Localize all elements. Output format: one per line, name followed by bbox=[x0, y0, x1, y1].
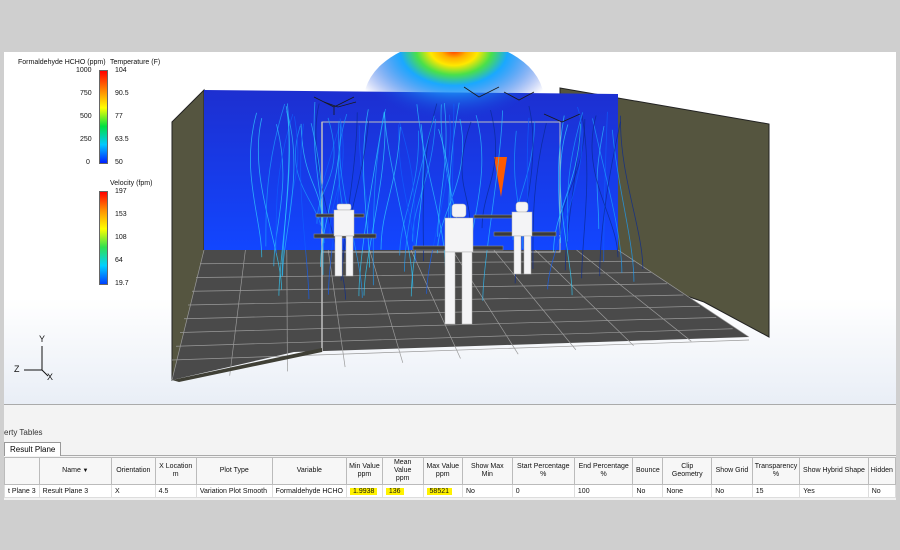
hcho-tick: 0 bbox=[86, 159, 90, 166]
temperature-tick: 50 bbox=[115, 159, 123, 166]
axis-z-label: Z bbox=[14, 364, 20, 374]
cfd-3d-viewport[interactable]: Formaldehyde HCHO (ppm) Temperature (F) … bbox=[4, 52, 896, 404]
sort-chevron-icon[interactable]: ▼ bbox=[81, 468, 89, 474]
column-header[interactable]: Bounce bbox=[632, 457, 664, 485]
column-header[interactable]: End Percentage% bbox=[573, 457, 634, 485]
table-cell[interactable]: 4.5 bbox=[154, 484, 197, 498]
table-cell[interactable]: Yes bbox=[799, 484, 869, 498]
table-cell[interactable]: None bbox=[662, 484, 713, 498]
temperature-tick: 63.5 bbox=[115, 136, 129, 143]
velocity-colorbar bbox=[99, 191, 108, 285]
table-cell[interactable]: 0 bbox=[511, 484, 575, 498]
panel-tab-row: Result Plane bbox=[4, 442, 896, 456]
temperature-tick: 77 bbox=[115, 113, 123, 120]
velocity-tick: 197 bbox=[115, 188, 127, 195]
column-header[interactable]: Start Percentage% bbox=[511, 457, 575, 485]
table-cell[interactable]: X bbox=[111, 484, 156, 498]
tab-result-plane[interactable]: Result Plane bbox=[4, 442, 62, 456]
column-header[interactable]: Transparency% bbox=[751, 457, 801, 485]
velocity-tick: 153 bbox=[115, 211, 127, 218]
column-header[interactable]: Hidden bbox=[867, 457, 897, 485]
table-row[interactable]: t Plane 3 Result Plane 3 X 4.5 Variation Plo… bbox=[4, 484, 897, 498]
column-header[interactable]: X Location m bbox=[154, 457, 197, 485]
bottom-margin bbox=[0, 500, 900, 550]
temperature-legend-title: Temperature (F) bbox=[110, 59, 161, 66]
property-tables-panel: erty Tables Result Plane Name ▼ Orientati… bbox=[4, 404, 897, 500]
column-header[interactable]: Orientation bbox=[111, 457, 156, 485]
table-cell[interactable]: No bbox=[461, 484, 513, 498]
column-header[interactable]: Plot Type bbox=[195, 457, 273, 485]
formaldehyde-temperature-colorbar bbox=[99, 70, 108, 164]
column-header[interactable]: Show Hybrid Shape bbox=[799, 457, 869, 485]
hcho-tick: 500 bbox=[80, 113, 92, 120]
column-header[interactable]: Clip Geometry bbox=[662, 457, 713, 485]
column-header[interactable]: Variable bbox=[271, 457, 347, 485]
table-cell[interactable]: 136 bbox=[381, 484, 424, 498]
property-tables-header: erty Tables bbox=[4, 428, 43, 437]
table-cell[interactable]: 100 bbox=[573, 484, 634, 498]
hcho-tick: 750 bbox=[80, 90, 92, 97]
table-cell[interactable]: No bbox=[867, 484, 897, 498]
temperature-tick: 104 bbox=[115, 67, 127, 74]
axis-y-label: Y bbox=[39, 334, 46, 344]
column-header[interactable] bbox=[4, 457, 40, 485]
table-cell[interactable]: t Plane 3 bbox=[4, 484, 40, 498]
velocity-tick: 19.7 bbox=[115, 280, 129, 287]
velocity-legend-title: Velocity (fpm) bbox=[110, 180, 153, 187]
table-cell[interactable]: Variation Plot Smooth bbox=[195, 484, 273, 498]
column-header[interactable]: Show Grid bbox=[711, 457, 753, 485]
formaldehyde-legend-title: Formaldehyde HCHO (ppm) bbox=[18, 59, 106, 66]
column-header[interactable]: Max Value ppm bbox=[422, 457, 463, 485]
column-header[interactable]: Show Max Min bbox=[461, 457, 513, 485]
table-cell[interactable]: Result Plane 3 bbox=[38, 484, 113, 498]
table-cell[interactable]: No bbox=[632, 484, 664, 498]
table-cell[interactable]: Formaldehyde HCHO bbox=[271, 484, 347, 498]
velocity-tick: 64 bbox=[115, 257, 123, 264]
screenshot-frame: Formaldehyde HCHO (ppm) Temperature (F) … bbox=[0, 0, 900, 550]
table-cell[interactable]: 1.9938 bbox=[345, 484, 383, 498]
hcho-tick: 1000 bbox=[76, 67, 92, 74]
axis-x-label: X bbox=[47, 372, 54, 382]
temperature-tick: 90.5 bbox=[115, 90, 129, 97]
result-plane-table: Name ▼ Orientation X Location m Plot Type Var… bbox=[4, 457, 897, 498]
column-header[interactable]: Min Value ppm bbox=[345, 457, 383, 485]
axis-triad-icon: Y Z X bbox=[12, 334, 62, 388]
velocity-tick: 108 bbox=[115, 234, 127, 241]
column-header[interactable]: Mean Value ppm bbox=[381, 457, 424, 485]
hcho-tick: 250 bbox=[80, 136, 92, 143]
table-cell[interactable]: No bbox=[711, 484, 753, 498]
room-scene bbox=[171, 52, 770, 382]
column-header[interactable]: Name ▼ bbox=[38, 457, 113, 485]
table-cell[interactable]: 58521 bbox=[422, 484, 463, 498]
table-cell[interactable]: 15 bbox=[751, 484, 801, 498]
